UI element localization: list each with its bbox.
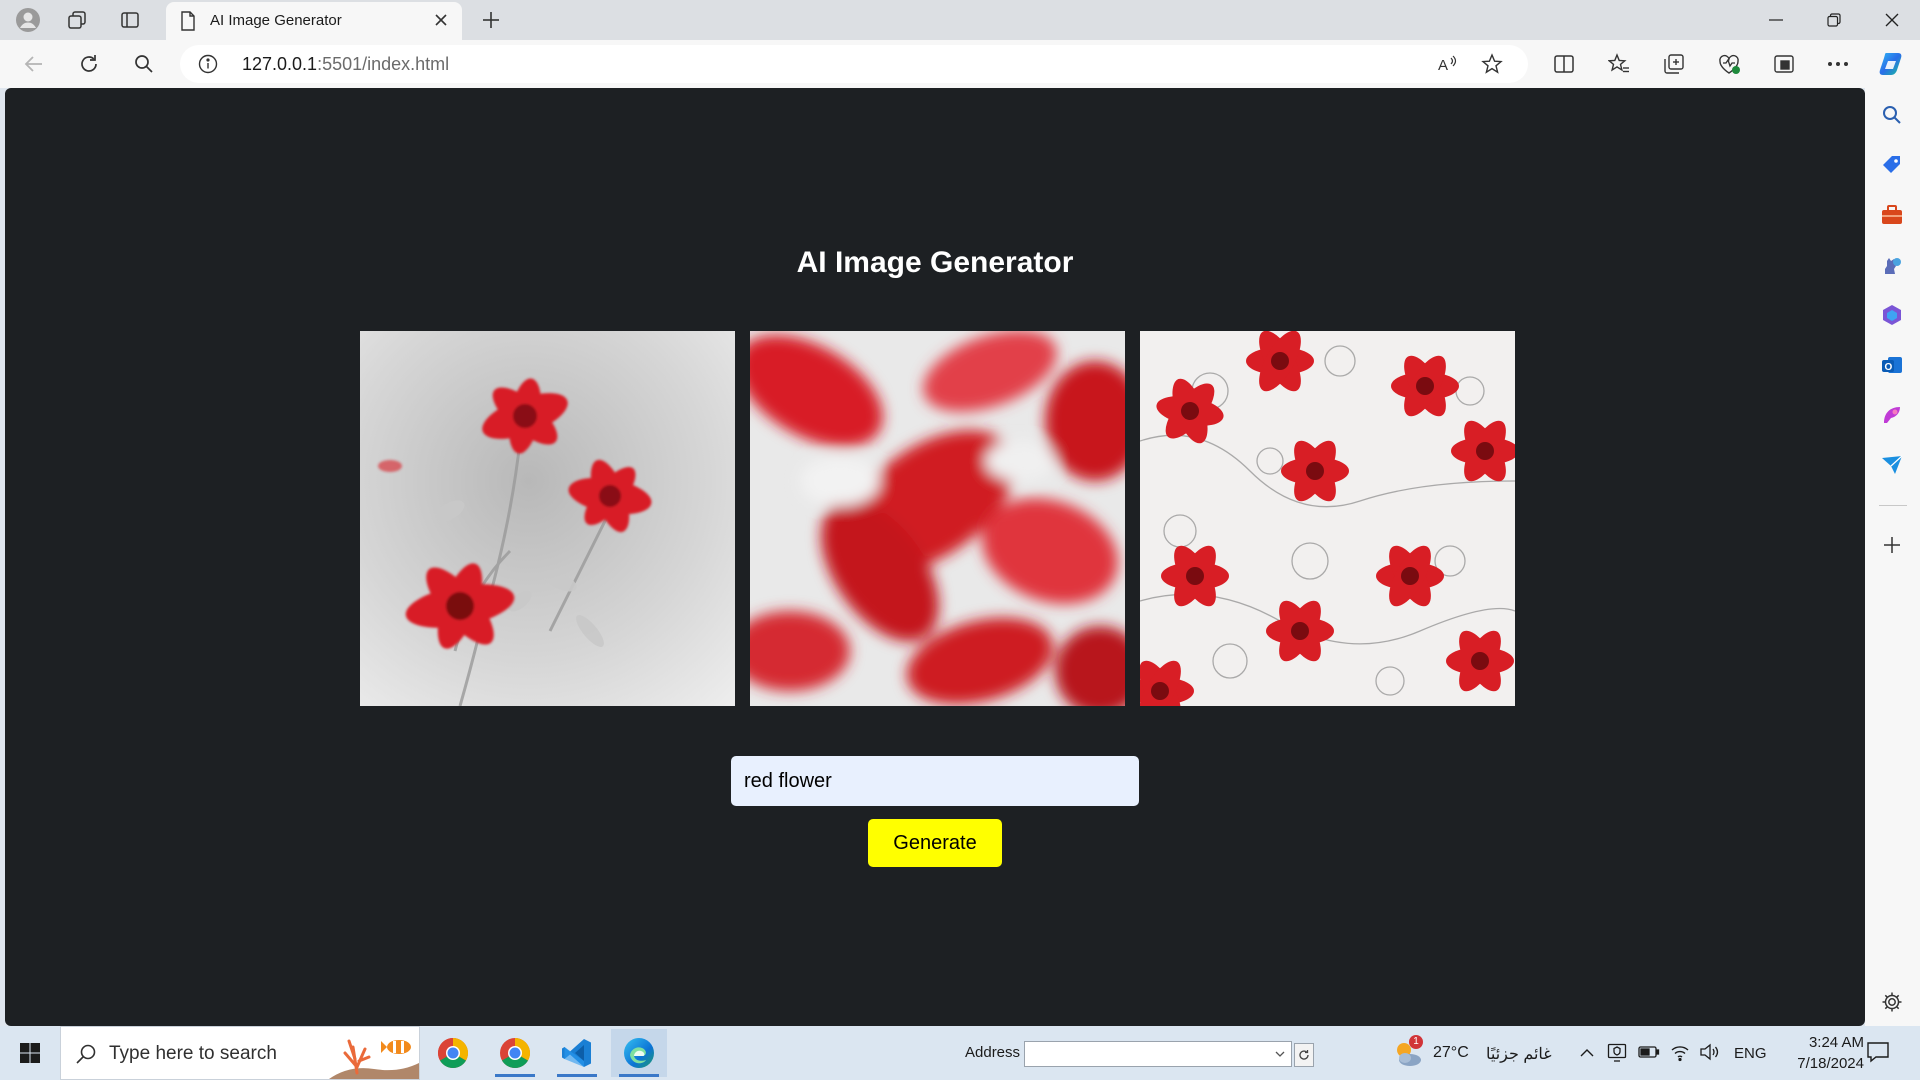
taskbar-search-placeholder: Type here to search — [109, 1043, 277, 1064]
page-title: AI Image Generator — [796, 246, 1074, 279]
close-window-icon[interactable] — [1864, 0, 1920, 40]
close-tab-icon[interactable] — [430, 9, 452, 31]
address-go-button[interactable] — [1294, 1043, 1314, 1067]
url-host: 127.0.0.1 — [242, 54, 318, 74]
weather-alert-badge: 1 — [1409, 1035, 1423, 1049]
read-aloud-icon[interactable]: A — [1434, 50, 1462, 78]
system-clock[interactable]: 3:24 AM 7/18/2024 — [1764, 1032, 1864, 1074]
settings-more-icon[interactable] — [1822, 48, 1854, 80]
collections-icon[interactable] — [1658, 48, 1690, 80]
windows-start-icon[interactable] — [0, 1026, 60, 1080]
chevron-down-icon[interactable] — [1275, 1050, 1285, 1058]
app-running-indicator — [619, 1074, 659, 1077]
battery-icon[interactable] — [1638, 1045, 1660, 1064]
page-icon — [181, 11, 195, 31]
site-info-icon[interactable] — [198, 54, 218, 79]
restore-window-icon[interactable] — [1806, 0, 1862, 40]
clock-date: 7/18/2024 — [1797, 1055, 1864, 1072]
url-path: :5501/index.html — [317, 54, 450, 74]
windows-taskbar: Type here to search Address 1 27°C غائم … — [0, 1026, 1920, 1080]
tools-briefcase-icon[interactable] — [1876, 199, 1908, 231]
back-icon[interactable] — [18, 48, 50, 80]
sidebar-add-icon[interactable] — [1876, 529, 1908, 561]
svg-text:A: A — [1438, 57, 1448, 74]
show-hidden-icons-icon[interactable] — [1580, 1045, 1594, 1063]
taskbar-chrome-profile-icon[interactable] — [487, 1029, 543, 1077]
games-icon[interactable] — [1876, 249, 1908, 281]
generated-image-1[interactable] — [360, 331, 735, 706]
address-toolbar-input[interactable] — [1024, 1041, 1292, 1067]
generated-image-2[interactable] — [750, 331, 1125, 706]
web-page: AI Image Generator red flower Generate — [5, 88, 1865, 1026]
search-icon[interactable] — [128, 48, 160, 80]
refresh-go-icon — [1299, 1050, 1309, 1060]
url-text[interactable]: 127.0.0.1:5501/index.html — [242, 54, 449, 75]
browser-essentials-icon[interactable] — [1713, 48, 1745, 80]
wifi-icon[interactable] — [1670, 1042, 1690, 1067]
app-running-indicator — [495, 1074, 535, 1077]
outlook-icon[interactable]: O — [1876, 349, 1908, 381]
tab-actions-icon[interactable] — [116, 6, 144, 34]
copilot-icon[interactable] — [1876, 48, 1908, 80]
browser-titlebar: AI Image Generator — [0, 0, 1920, 40]
workspaces-icon[interactable] — [63, 6, 91, 34]
refresh-icon[interactable] — [73, 48, 105, 80]
taskbar-search-icon — [76, 1044, 96, 1064]
prompt-input[interactable] — [731, 756, 1139, 806]
browser-toolbar: 127.0.0.1:5501/index.html A — [0, 40, 1920, 88]
taskbar-chrome-icon[interactable] — [425, 1029, 481, 1077]
weather-description[interactable]: غائم جزئيًا — [1486, 1044, 1552, 1064]
weather-temperature[interactable]: 27°C — [1433, 1044, 1469, 1062]
minimize-window-icon[interactable] — [1748, 0, 1804, 40]
tab-title: AI Image Generator — [210, 12, 342, 29]
clock-time: 3:24 AM — [1808, 1034, 1864, 1051]
weather-icon[interactable]: 1 — [1392, 1035, 1424, 1070]
split-screen-icon[interactable] — [1548, 48, 1580, 80]
notifications-icon[interactable] — [1866, 1041, 1890, 1068]
designer-icon[interactable] — [1876, 399, 1908, 431]
tab-ai-image-generator[interactable]: AI Image Generator — [166, 2, 462, 40]
taskbar-search-box[interactable]: Type here to search — [60, 1026, 420, 1080]
edge-sidebar: O — [1865, 88, 1920, 1026]
favorites-icon[interactable] — [1603, 48, 1635, 80]
shopping-tag-icon[interactable] — [1876, 149, 1908, 181]
volume-icon[interactable] — [1699, 1043, 1719, 1066]
drop-icon[interactable] — [1768, 48, 1800, 80]
profile-icon[interactable] — [14, 6, 42, 34]
sidebar-search-icon[interactable] — [1876, 99, 1908, 131]
image-gallery — [360, 331, 1515, 706]
svg-text:O: O — [1885, 362, 1893, 373]
taskbar-vscode-icon[interactable] — [549, 1029, 605, 1077]
taskbar-edge-icon[interactable] — [611, 1029, 667, 1077]
generate-button[interactable]: Generate — [868, 819, 1002, 867]
input-language[interactable]: ENG — [1734, 1045, 1767, 1062]
favorite-star-icon[interactable] — [1478, 50, 1506, 78]
app-running-indicator — [557, 1074, 597, 1077]
sidebar-divider — [1879, 505, 1907, 506]
address-toolbar-label: Address — [965, 1044, 1021, 1061]
defender-icon[interactable] — [1607, 1042, 1627, 1067]
search-highlight-illustration-icon — [329, 1027, 419, 1079]
new-tab-icon[interactable] — [477, 6, 505, 34]
send-icon[interactable] — [1876, 449, 1908, 481]
address-bar[interactable]: 127.0.0.1:5501/index.html A — [180, 45, 1528, 83]
microsoft-365-icon[interactable] — [1876, 299, 1908, 331]
sidebar-settings-icon[interactable] — [1876, 986, 1908, 1018]
generated-image-3[interactable] — [1140, 331, 1515, 706]
